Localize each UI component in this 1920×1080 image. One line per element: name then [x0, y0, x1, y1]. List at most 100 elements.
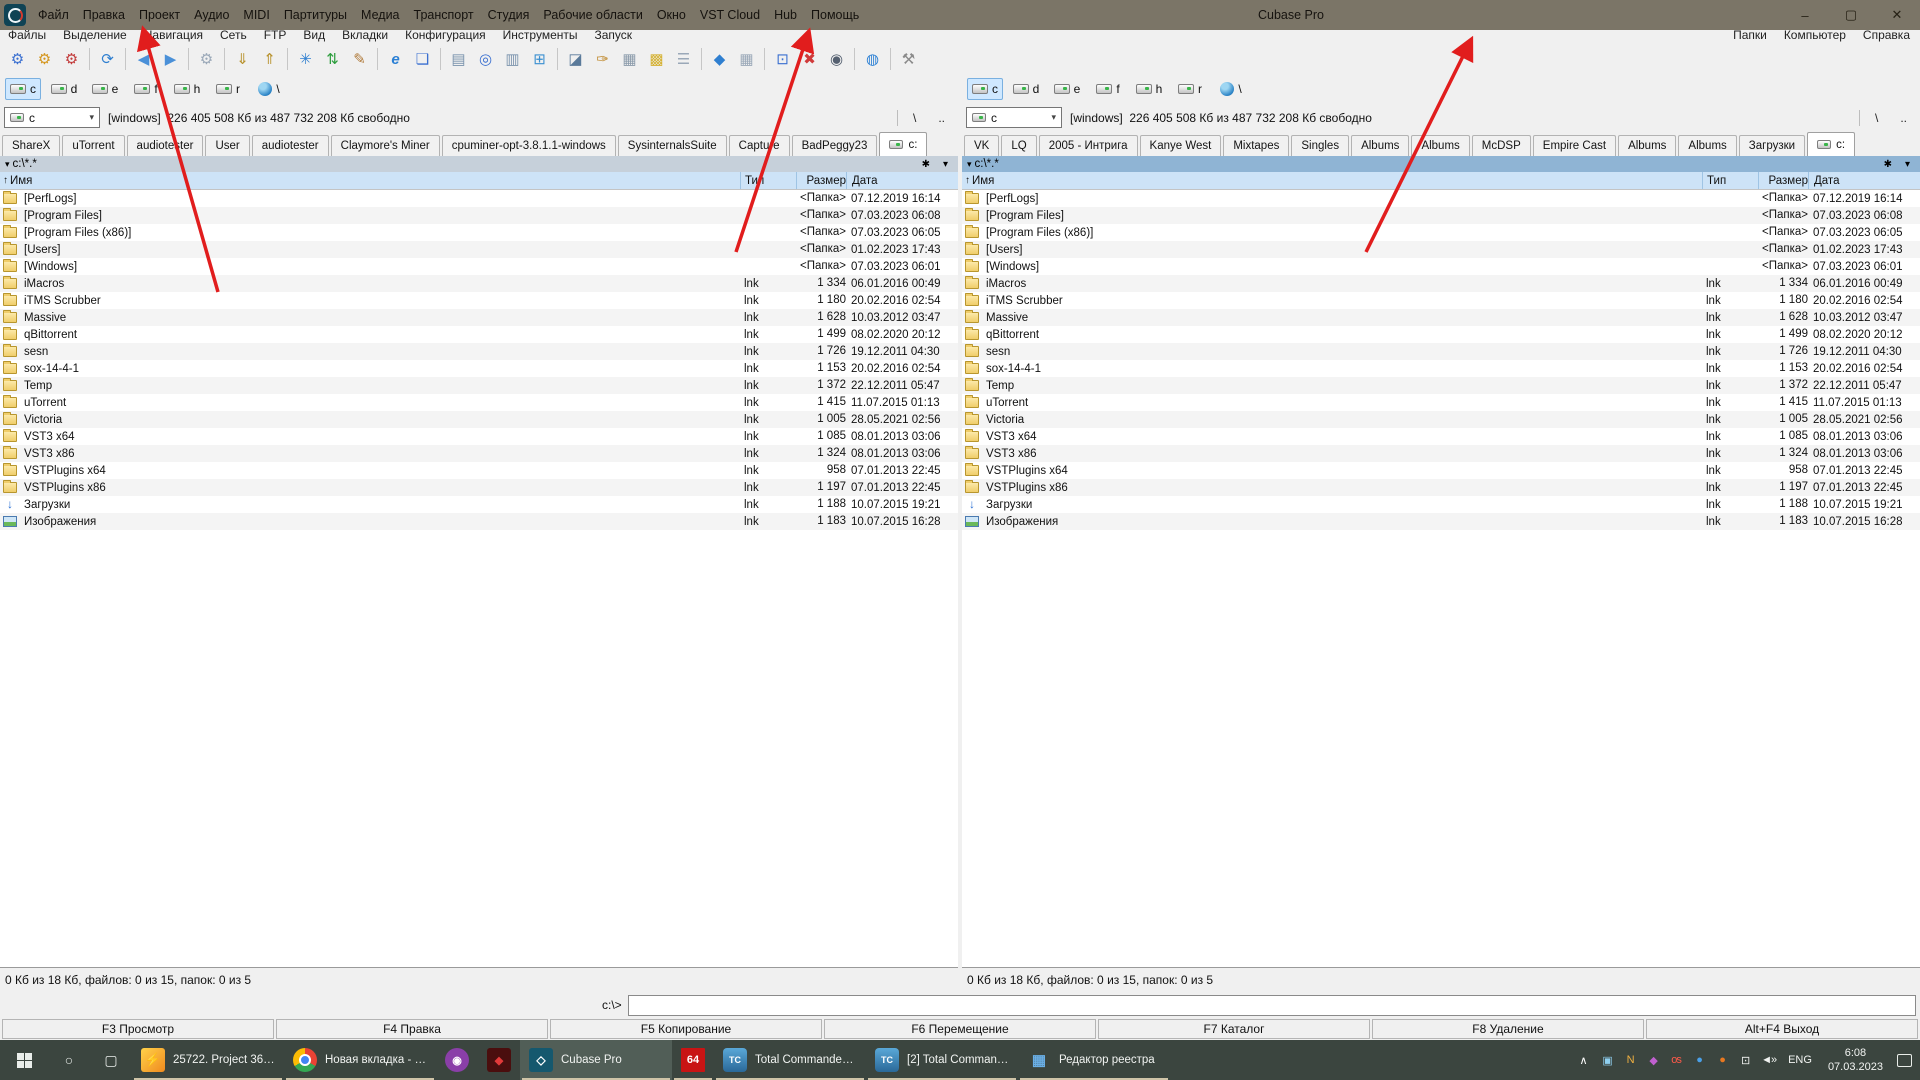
folder-tab[interactable]: 2005 - Интрига [1039, 135, 1138, 156]
file-row[interactable]: VST3 x86lnk1 32408.01.2013 03:06 [0, 445, 958, 462]
history-dropdown-icon[interactable]: ▾ [938, 159, 953, 170]
file-row[interactable]: sesnlnk1 72619.12.2011 04:30 [962, 343, 1920, 360]
cubase-menu-проект[interactable]: Проект [139, 8, 180, 22]
file-row[interactable]: VSTPlugins x86lnk1 19707.01.2013 22:45 [0, 479, 958, 496]
notification-center-icon[interactable] [1897, 1054, 1912, 1067]
taskbar-item-regedit[interactable]: ▦Редактор реестра [1018, 1040, 1170, 1080]
pane-divider[interactable] [958, 74, 962, 992]
back-icon[interactable]: ◀ [130, 47, 157, 71]
tray-app-dot-orange-icon[interactable]: ● [1715, 1054, 1729, 1067]
column-header-date[interactable]: Дата [846, 172, 958, 189]
network-places-icon[interactable]: ❏ [409, 47, 436, 71]
doc-edit-icon[interactable]: ▤ [445, 47, 472, 71]
doc-view-icon[interactable]: ◎ [472, 47, 499, 71]
tc-menu-навигация[interactable]: Навигация [144, 28, 203, 42]
drive-button-h[interactable]: h [169, 78, 205, 100]
file-row[interactable]: [Program Files]<Папка>07.03.2023 06:08 [0, 207, 958, 224]
folder-tab[interactable]: User [205, 135, 249, 156]
taskbar-taskview-button[interactable]: ▢ [90, 1040, 132, 1080]
root-dir-button[interactable]: \ [906, 111, 923, 125]
command-input[interactable] [628, 995, 1916, 1016]
minimize-button[interactable]: – [1782, 0, 1828, 30]
file-row[interactable]: sox-14-4-1lnk1 15320.02.2016 02:54 [962, 360, 1920, 377]
file-row[interactable]: iMacroslnk1 33406.01.2016 00:49 [962, 275, 1920, 292]
wrench-icon[interactable]: ⚒ [895, 47, 922, 71]
file-row[interactable]: [Windows]<Папка>07.03.2023 06:01 [962, 258, 1920, 275]
filter-icon[interactable]: ✱ [917, 159, 935, 170]
tray-app-orange-icon[interactable]: N [1623, 1054, 1637, 1067]
drive-button-f[interactable]: f [1090, 78, 1126, 100]
file-row[interactable]: VST3 x86lnk1 32408.01.2013 03:06 [962, 445, 1920, 462]
file-row[interactable]: sox-14-4-1lnk1 15320.02.2016 02:54 [0, 360, 958, 377]
file-row[interactable]: Victorialnk1 00528.05.2021 02:56 [962, 411, 1920, 428]
folder-dark-icon[interactable]: ◪ [562, 47, 589, 71]
file-row[interactable]: iTMS Scrubberlnk1 18020.02.2016 02:54 [0, 292, 958, 309]
tray-app-dot-blue-icon[interactable]: ● [1692, 1054, 1706, 1067]
drive-button-e[interactable]: e [87, 78, 123, 100]
drive-button-r[interactable]: r [1172, 78, 1208, 100]
split-view-icon[interactable]: ✳ [292, 47, 319, 71]
file-row[interactable]: Massivelnk1 62810.03.2012 03:47 [0, 309, 958, 326]
column-header-type[interactable]: Тип [1702, 172, 1758, 189]
tc-menu-сеть[interactable]: Сеть [220, 28, 247, 42]
column-header-size[interactable]: Размер [1758, 172, 1808, 189]
folder-tab[interactable]: audiotester [127, 135, 204, 156]
column-header-name[interactable]: ↑Имя [962, 172, 1702, 189]
gear-gray-icon[interactable]: ⚙ [193, 47, 220, 71]
hidden-icons-chevron[interactable]: ∧ [1576, 1054, 1590, 1067]
fkey-f4-button[interactable]: F4 Правка [276, 1019, 548, 1039]
tc-menu-инструменты[interactable]: Инструменты [503, 28, 578, 42]
tc-menu-запуск[interactable]: Запуск [595, 28, 633, 42]
file-row[interactable]: VST3 x64lnk1 08508.01.2013 03:06 [0, 428, 958, 445]
folder-tab[interactable]: Albums [1618, 135, 1676, 156]
cubase-menu-медиа[interactable]: Медиа [361, 8, 399, 22]
compare-icon[interactable]: ⊞ [526, 47, 553, 71]
folder-tab[interactable]: Claymore's Miner [331, 135, 440, 156]
file-row[interactable]: ↓Загрузкиlnk1 18810.07.2015 19:21 [0, 496, 958, 513]
folder-tab[interactable]: SysinternalsSuite [618, 135, 727, 156]
folder-unpack-icon[interactable]: ⇑ [256, 47, 283, 71]
file-row[interactable]: [Windows]<Папка>07.03.2023 06:01 [0, 258, 958, 275]
fkey-f6-button[interactable]: F6 Перемещение [824, 1019, 1096, 1039]
file-row[interactable]: iMacroslnk1 33406.01.2016 00:49 [0, 275, 958, 292]
drive-selector[interactable]: c▾ [966, 107, 1062, 128]
globe-icon[interactable]: ◍ [859, 47, 886, 71]
file-row[interactable]: [PerfLogs]<Папка>07.12.2019 16:14 [0, 190, 958, 207]
file-row[interactable]: Templnk1 37222.12.2011 05:47 [0, 377, 958, 394]
cubase-menu-окно[interactable]: Окно [657, 8, 686, 22]
monitor-icon[interactable]: ⊡ [769, 47, 796, 71]
root-dir-button[interactable]: \ [1868, 111, 1885, 125]
notes-icon[interactable]: ▩ [643, 47, 670, 71]
drive-button-network[interactable]: \ [251, 78, 287, 100]
folder-tab[interactable]: ShareX [2, 135, 60, 156]
folder-tab[interactable]: cpuminer-opt-3.8.1.1-windows [442, 135, 616, 156]
cubase-menu-транспорт[interactable]: Транспорт [414, 8, 474, 22]
file-row[interactable]: Templnk1 37222.12.2011 05:47 [962, 377, 1920, 394]
nav-diamond-icon[interactable]: ◆ [706, 47, 733, 71]
file-row[interactable]: qBittorrentlnk1 49908.02.2020 20:12 [0, 326, 958, 343]
tc-menu-ftp[interactable]: FTP [264, 28, 287, 42]
cubase-menu-студия[interactable]: Студия [488, 8, 530, 22]
drive-button-f[interactable]: f [128, 78, 164, 100]
file-row[interactable]: Victorialnk1 00528.05.2021 02:56 [0, 411, 958, 428]
maximize-button[interactable]: ▢ [1828, 0, 1874, 30]
options-orange-gear-icon[interactable]: ⚙ [31, 47, 58, 71]
fkey-f8-button[interactable]: F8 Удаление [1372, 1019, 1644, 1039]
tc-menu-вкладки[interactable]: Вкладки [342, 28, 388, 42]
file-row[interactable]: [Users]<Папка>01.02.2023 17:43 [962, 241, 1920, 258]
tray-network-icon[interactable]: ⊡ [1738, 1054, 1752, 1067]
drive-selector[interactable]: c▾ [4, 107, 100, 128]
tray-app-purple-icon[interactable]: ◆ [1646, 1054, 1660, 1067]
cubase-menu-правка[interactable]: Правка [83, 8, 125, 22]
parent-dir-button[interactable]: .. [1893, 111, 1914, 125]
cubase-menu-аудио[interactable]: Аудио [194, 8, 229, 22]
taskbar-item-aimp[interactable]: ⚡25722. Project 365 1... [132, 1040, 284, 1080]
language-indicator[interactable]: ENG [1786, 1054, 1814, 1066]
drive-button-c[interactable]: c [5, 78, 41, 100]
taskbar-item-64[interactable]: 64 [672, 1040, 714, 1080]
sort-icon[interactable]: ⇅ [319, 47, 346, 71]
file-row[interactable]: [PerfLogs]<Папка>07.12.2019 16:14 [962, 190, 1920, 207]
clipboard-icon[interactable]: ✎ [346, 47, 373, 71]
tc-menu-файлы[interactable]: Файлы [8, 28, 46, 42]
folder-tab[interactable]: audiotester [252, 135, 329, 156]
